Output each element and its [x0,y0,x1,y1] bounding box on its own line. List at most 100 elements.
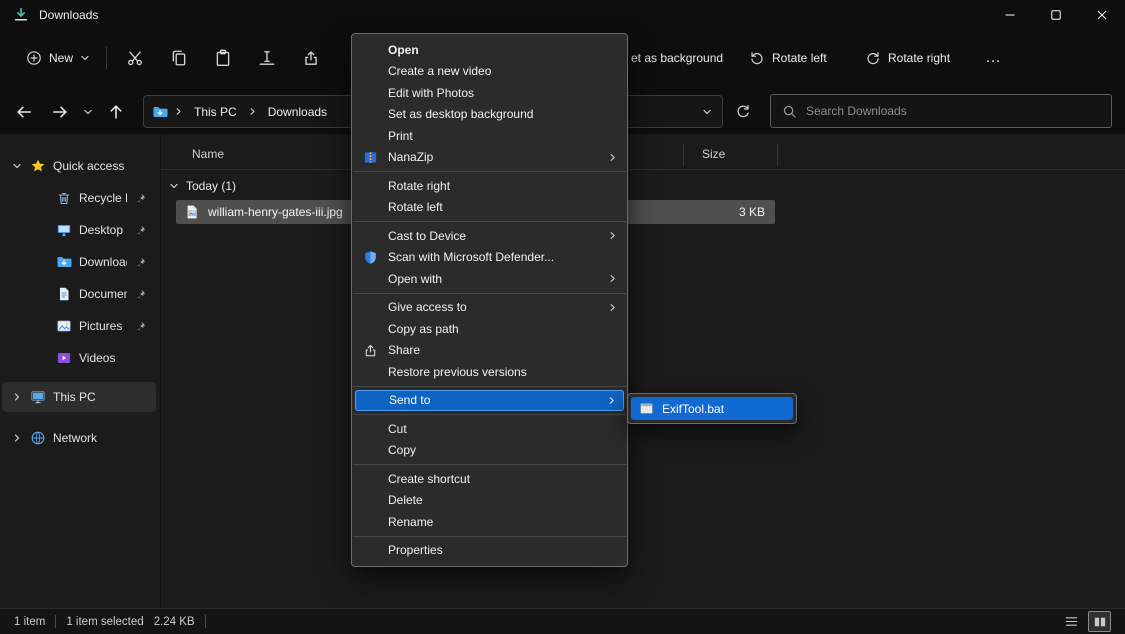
sidebar-item-label: Quick access [53,159,124,173]
maximize-button[interactable] [1033,0,1079,30]
up-button[interactable] [100,95,132,128]
more-options-button[interactable]: … [985,40,1002,76]
menu-item-restore-previous-versions[interactable]: Restore previous versions [352,361,627,383]
sidebar-item-this-pc[interactable]: This PC [2,382,156,412]
menu-separator [353,536,626,537]
forward-button[interactable] [44,95,76,128]
group-header-today[interactable]: Today (1) [169,177,236,195]
column-separator[interactable] [777,144,778,166]
menu-item-give-access-to[interactable]: Give access to [352,297,627,319]
search-input[interactable] [806,104,1100,118]
minimize-button[interactable] [987,0,1033,30]
recent-locations-chevron[interactable] [78,95,98,128]
menu-item-cast-to-device[interactable]: Cast to Device [352,225,627,247]
copy-button[interactable] [157,39,201,77]
close-button[interactable] [1079,0,1125,30]
menu-separator [353,293,626,294]
menu-separator [353,386,626,387]
menu-item-edit-with-photos[interactable]: Edit with Photos [352,82,627,104]
set-as-background-button[interactable]: et as background [631,40,723,76]
column-header-name[interactable]: Name [192,147,224,161]
rotate-left-label: Rotate left [772,51,827,65]
menu-item-share[interactable]: Share [352,340,627,362]
blank-icon-slot [362,42,378,58]
defender-shield-icon [362,249,378,265]
menu-item-set-as-desktop-background[interactable]: Set as desktop background [352,104,627,126]
statusbar-separator [55,615,56,628]
breadcrumb-downloads[interactable]: Downloads [263,102,332,122]
sidebar-item-videos[interactable]: Videos [2,343,156,373]
videos-icon [56,350,72,366]
pin-icon [134,224,147,237]
paste-icon [214,49,232,67]
sidebar-item-recycle-bin[interactable]: Recycle Bin [2,183,156,213]
batch-file-icon [639,401,654,416]
pin-icon [134,256,147,269]
set-as-background-label: et as background [631,51,723,65]
menu-separator [353,171,626,172]
menu-item-copy-as-path[interactable]: Copy as path [352,318,627,340]
submenu-item-label: ExifTool.bat [662,402,724,416]
menu-item-open-with[interactable]: Open with [352,268,627,290]
recycle-bin-icon [56,190,72,206]
menu-item-rename[interactable]: Rename [352,511,627,533]
address-dropdown-chevron[interactable] [702,107,714,117]
details-view-button[interactable] [1060,611,1083,632]
sidebar-divider [160,134,161,608]
paste-button[interactable] [201,39,245,77]
sidebar-item-label: Desktop [79,223,123,237]
chevron-right-icon [10,392,23,402]
sidebar-item-documents[interactable]: Documents [2,279,156,309]
menu-item-properties[interactable]: Properties [352,540,627,562]
menu-item-create-shortcut[interactable]: Create shortcut [352,468,627,490]
menu-item-delete[interactable]: Delete [352,490,627,512]
thumbnail-view-button[interactable] [1088,611,1111,632]
ellipsis-icon: … [985,49,1002,67]
menu-item-scan-with-defender[interactable]: Scan with Microsoft Defender... [352,247,627,269]
share-button[interactable] [289,39,333,77]
rename-icon [258,49,276,67]
sidebar-item-label: Pictures [79,319,122,333]
column-separator[interactable] [683,144,684,166]
this-pc-icon [30,389,46,405]
pin-icon [134,192,147,205]
sidebar-item-network[interactable]: Network [2,423,156,453]
sidebar-item-downloads[interactable]: Downloads [2,247,156,277]
column-header-divider [161,169,1125,170]
menu-separator [353,464,626,465]
search-box[interactable] [770,94,1112,128]
image-file-icon [184,204,200,220]
menu-item-open[interactable]: Open [352,39,627,61]
rotate-left-icon [749,50,765,66]
back-button[interactable] [8,95,40,128]
menu-item-print[interactable]: Print [352,125,627,147]
menu-item-nanazip[interactable]: NanaZip [352,147,627,169]
star-icon [30,158,46,174]
plus-circle-icon [26,50,42,66]
sidebar-item-label: Documents [79,287,127,301]
rotate-right-label: Rotate right [888,51,950,65]
sidebar-item-quick-access[interactable]: Quick access [2,151,156,181]
rotate-left-button[interactable]: Rotate left [749,40,827,76]
chevron-down-icon [80,53,90,63]
menu-item-create-a-new-video[interactable]: Create a new video [352,61,627,83]
menu-item-copy[interactable]: Copy [352,440,627,462]
cut-button[interactable] [113,39,157,77]
item-count: 1 item [14,616,45,628]
rename-button[interactable] [245,39,289,77]
sidebar-item-desktop[interactable]: Desktop [2,215,156,245]
refresh-button[interactable] [727,95,759,128]
menu-item-cut[interactable]: Cut [352,418,627,440]
sidebar-item-pictures[interactable]: Pictures [2,311,156,341]
menu-item-rotate-left[interactable]: Rotate left [352,197,627,219]
rotate-right-button[interactable]: Rotate right [865,40,950,76]
sidebar-item-label: Recycle Bin [79,191,127,205]
menu-item-rotate-right[interactable]: Rotate right [352,175,627,197]
sidebar-item-label: Videos [79,351,115,365]
new-button[interactable]: New [16,42,100,74]
menu-item-send-to[interactable]: Send to [355,390,624,412]
breadcrumb-this-pc[interactable]: This PC [189,102,242,122]
column-header-size[interactable]: Size [702,147,725,161]
submenu-item-exiftool[interactable]: ExifTool.bat [631,397,793,420]
submenu-arrow-icon [608,153,617,162]
